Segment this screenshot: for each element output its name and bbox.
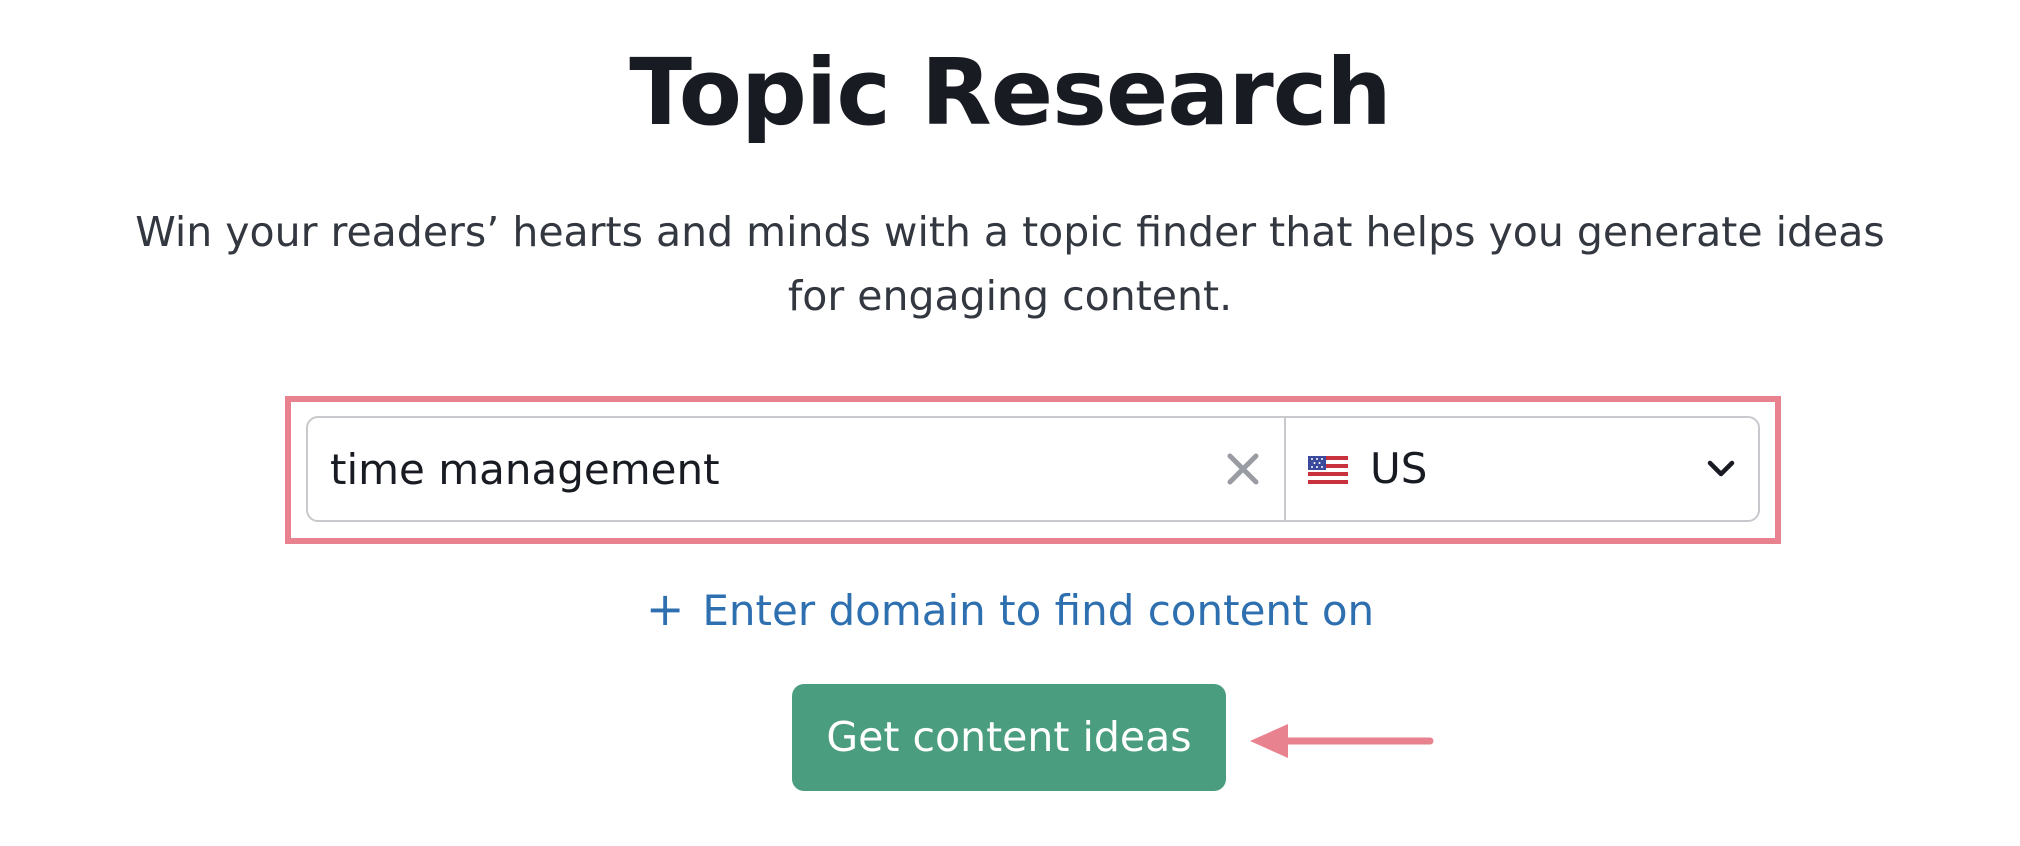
page-title: Topic Research: [629, 39, 1392, 146]
enter-domain-label: Enter domain to find content on: [702, 586, 1375, 635]
plus-icon: +: [645, 582, 685, 636]
country-select[interactable]: US: [1286, 418, 1758, 520]
enter-domain-link[interactable]: + Enter domain to find content on: [0, 578, 2020, 642]
keyword-field: [308, 418, 1286, 520]
page-subtitle: Win your readers’ hearts and minds with …: [135, 208, 1885, 320]
close-icon[interactable]: [1224, 450, 1262, 488]
keyword-input[interactable]: [330, 418, 1190, 520]
us-flag-icon: [1308, 456, 1348, 484]
get-content-ideas-button[interactable]: Get content ideas: [792, 684, 1226, 791]
search-form: US: [306, 416, 1760, 522]
chevron-down-icon: [1707, 460, 1735, 477]
arrow-annotation-icon: [1250, 724, 1434, 758]
country-label: US: [1370, 444, 1428, 493]
